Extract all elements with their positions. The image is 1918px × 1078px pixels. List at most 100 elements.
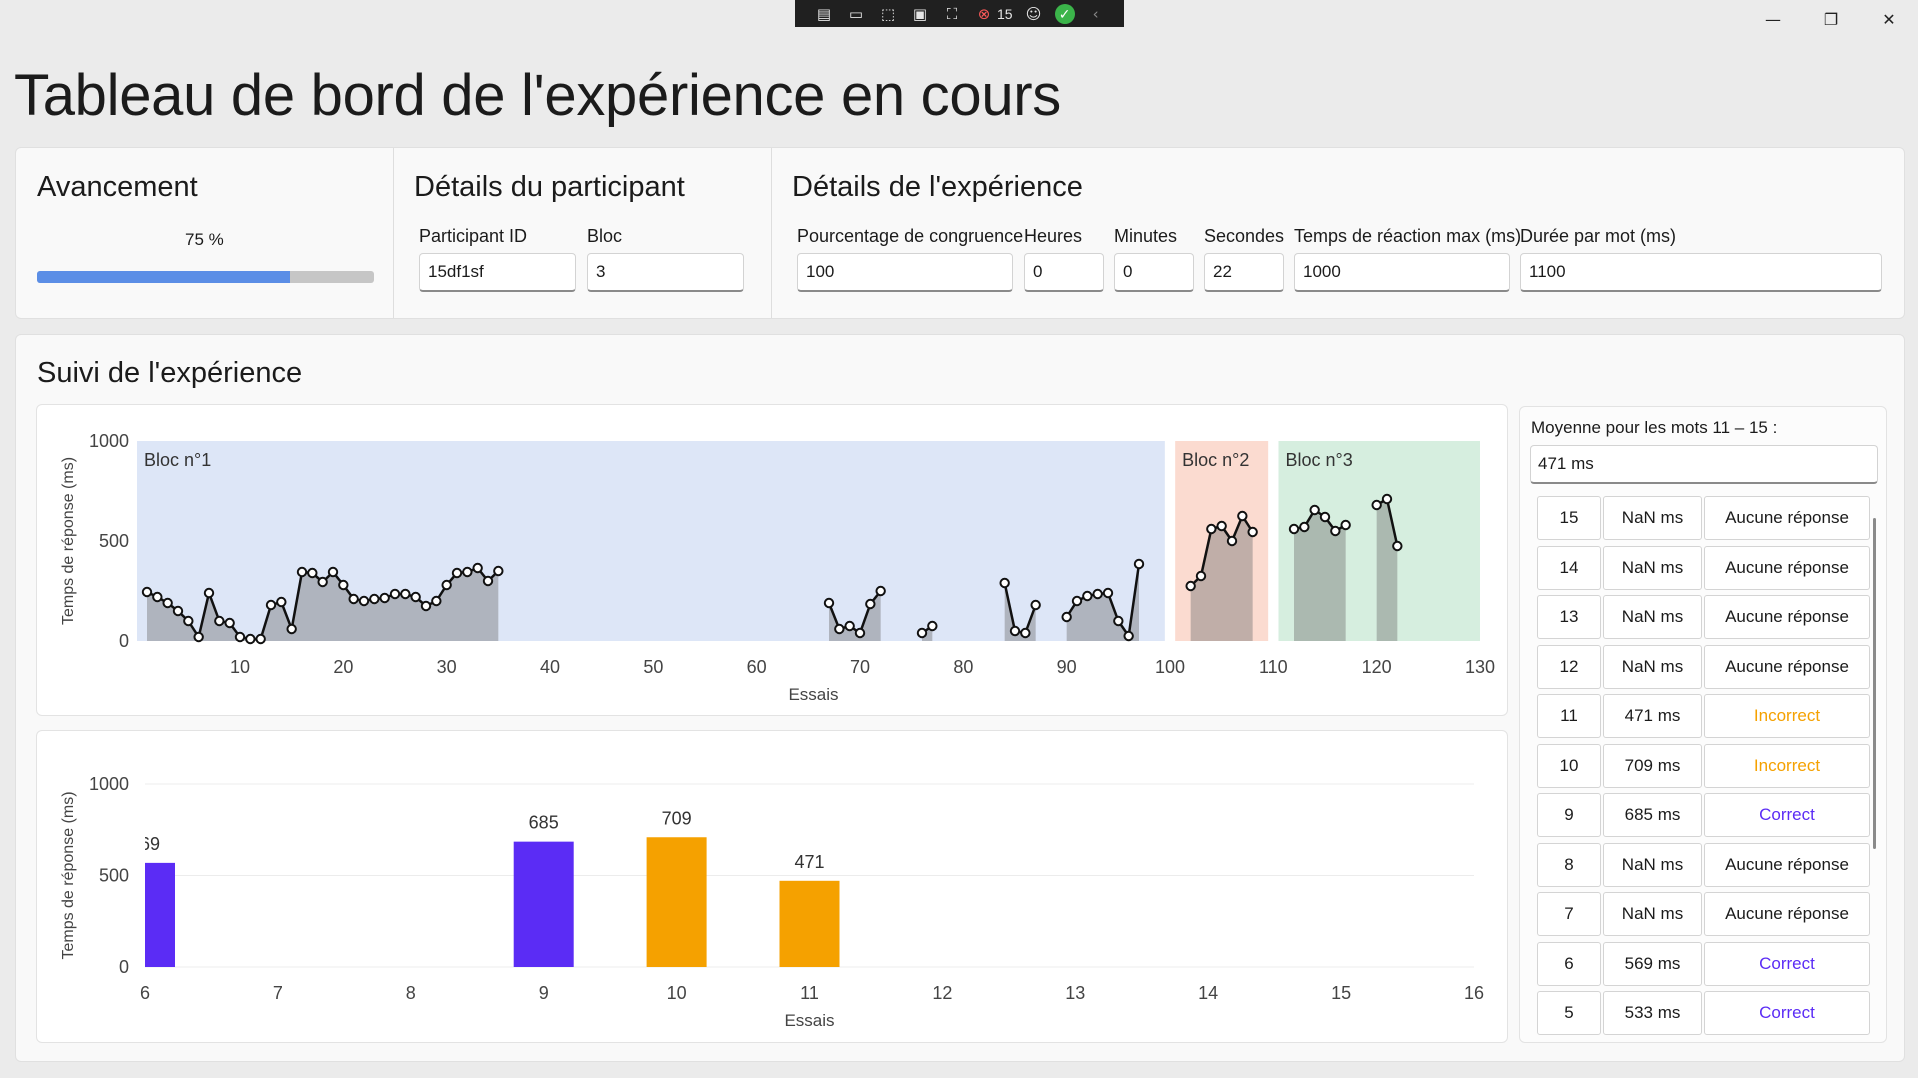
data-point	[307, 567, 318, 579]
result-cell: Aucune réponse	[1704, 496, 1870, 540]
bar	[779, 880, 840, 967]
seconds-field[interactable]: 22	[1204, 253, 1284, 292]
data-point	[141, 586, 153, 598]
scrollbar[interactable]	[1873, 518, 1876, 849]
data-point	[162, 597, 173, 609]
block-label: Bloc n°3	[1286, 450, 1353, 470]
max-reaction-time-field[interactable]: 1000	[1294, 253, 1510, 292]
data-point	[1319, 511, 1331, 523]
list-item[interactable]: 11 471 ms Incorrect	[1537, 694, 1872, 738]
list-item[interactable]: 12 NaN ms Aucune réponse	[1537, 644, 1872, 689]
hours-label: Heures	[1024, 226, 1083, 246]
participant-id-field[interactable]: 15df1sf	[419, 253, 576, 292]
word-number-cell: 9	[1537, 793, 1601, 837]
video-icon[interactable]: ▭	[845, 3, 867, 25]
progress-title: Avancement	[37, 171, 198, 203]
bloc-field[interactable]: 3	[587, 253, 744, 292]
y-axis-label: Temps de réponse (ms)	[60, 791, 77, 959]
block-label: Bloc n°2	[1182, 450, 1249, 470]
data-point	[286, 623, 297, 635]
data-point	[400, 588, 411, 600]
seconds-label: Secondes	[1204, 226, 1285, 246]
congruence-field[interactable]: 100	[797, 253, 1013, 292]
word-number-cell: 11	[1537, 694, 1601, 738]
accessibility-icon[interactable]: ☺	[1023, 3, 1045, 25]
word-number-cell: 5	[1537, 991, 1601, 1035]
list-item[interactable]: 8 NaN ms Aucune réponse	[1537, 842, 1872, 887]
data-point	[172, 605, 184, 617]
close-button[interactable]: ✕	[1860, 0, 1918, 40]
x-tick-label: 130	[1465, 657, 1495, 677]
result-cell: Correct	[1704, 941, 1870, 986]
restore-button[interactable]: ❐	[1802, 0, 1860, 40]
data-point	[462, 566, 473, 578]
data-point	[152, 591, 163, 603]
data-point	[823, 597, 835, 609]
data-point	[1330, 525, 1341, 537]
y-tick-label: 0	[119, 631, 129, 651]
minutes-field[interactable]: 0	[1114, 253, 1194, 292]
data-point	[245, 633, 256, 645]
data-point	[255, 633, 266, 645]
check-icon[interactable]: ✓	[1054, 3, 1075, 24]
bar-value-label: 569	[130, 834, 160, 854]
data-point	[1133, 558, 1145, 570]
hours-field[interactable]: 0	[1024, 253, 1104, 292]
minimize-button[interactable]: —	[1744, 0, 1802, 40]
list-item[interactable]: 5 533 ms Correct	[1537, 991, 1872, 1035]
x-tick-label: 10	[667, 983, 687, 1003]
x-tick-label: 14	[1198, 983, 1218, 1003]
page-title: Tableau de bord de l'expérience en cours	[14, 63, 1062, 128]
x-tick-label: 60	[747, 657, 767, 677]
recent-responses-bar-chart: 0 500 1000 6 7 8 9 10 11 12 13 14 15 16 Essais Temps de…	[60, 774, 1484, 1030]
list-item[interactable]: 6 569 ms Correct	[1537, 941, 1872, 986]
x-tick-label: 70	[850, 657, 870, 677]
list-item[interactable]: 10 709 ms Incorrect	[1537, 743, 1872, 788]
y-tick-label: 500	[99, 531, 129, 551]
select-element-icon[interactable]: ⬚	[877, 3, 899, 25]
data-point	[338, 579, 349, 591]
data-point	[369, 593, 380, 605]
y-tick-label: 1000	[89, 774, 129, 794]
data-point	[296, 566, 308, 578]
display-layout-icon[interactable]: ▣	[909, 3, 931, 25]
word-duration-field[interactable]: 1100	[1520, 253, 1882, 292]
x-tick-label: 9	[539, 983, 549, 1003]
data-point	[999, 577, 1010, 589]
list-item[interactable]: 7 NaN ms Aucune réponse	[1537, 892, 1872, 936]
list-item[interactable]: 14 NaN ms Aucune réponse	[1537, 545, 1872, 590]
data-point	[420, 600, 432, 612]
track-focus-icon[interactable]: ⛶	[941, 3, 963, 25]
data-point	[1009, 625, 1021, 637]
list-item[interactable]: 15 NaN ms Aucune réponse	[1537, 496, 1872, 540]
x-axis-label: Essais	[788, 685, 838, 704]
response-time-cell: NaN ms	[1603, 496, 1702, 540]
x-tick-label: 50	[643, 657, 663, 677]
data-point	[1092, 588, 1103, 600]
average-field[interactable]: 471 ms	[1530, 445, 1878, 484]
data-point	[389, 588, 401, 600]
data-point	[193, 631, 204, 643]
data-point	[1206, 523, 1217, 535]
collapse-icon[interactable]: ‹	[1085, 3, 1107, 25]
response-time-cell: 685 ms	[1603, 793, 1702, 837]
live-tree-icon[interactable]: ▤	[813, 3, 835, 25]
participant-id-label: Participant ID	[419, 226, 528, 246]
result-cell: Incorrect	[1704, 743, 1870, 788]
data-point	[1237, 510, 1248, 522]
data-point	[1216, 520, 1227, 532]
data-point	[1340, 519, 1351, 531]
list-item[interactable]: 9 685 ms Correct	[1537, 793, 1872, 837]
data-point	[834, 623, 845, 635]
y-tick-label: 1000	[89, 431, 129, 451]
x-tick-label: 8	[406, 983, 416, 1003]
data-point	[327, 566, 339, 578]
data-point	[472, 562, 483, 574]
response-time-cell: NaN ms	[1603, 545, 1702, 590]
data-point	[1309, 504, 1320, 516]
data-point	[358, 595, 370, 607]
binding-errors-icon[interactable]: ⊗	[973, 3, 995, 25]
data-point	[1071, 595, 1083, 607]
x-tick-label: 120	[1362, 657, 1392, 677]
list-item[interactable]: 13 NaN ms Aucune réponse	[1537, 595, 1872, 639]
